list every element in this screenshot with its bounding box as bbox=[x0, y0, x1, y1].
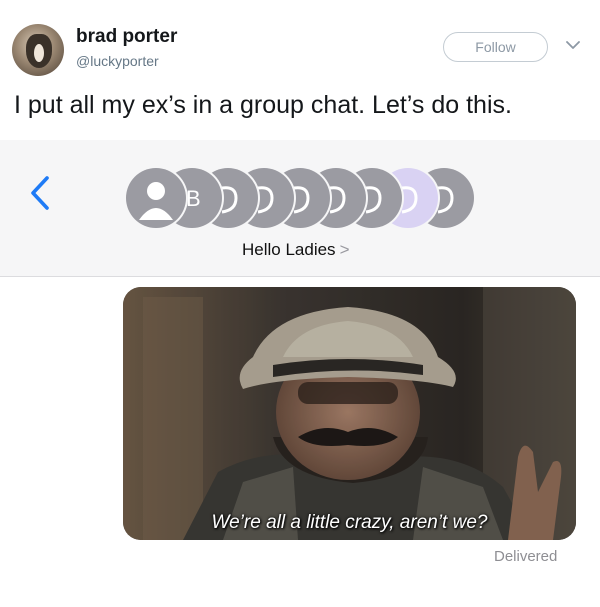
group-name: Hello Ladies bbox=[242, 240, 336, 259]
image-message[interactable]: We’re all a little crazy, aren’t we? bbox=[123, 287, 576, 540]
chevron-right-icon: > bbox=[339, 240, 350, 259]
group-member-avatar bbox=[124, 166, 188, 230]
meme-image bbox=[123, 287, 576, 540]
delivered-status: Delivered bbox=[494, 548, 558, 565]
avatar-initial: B bbox=[186, 186, 201, 211]
tweet-text: I put all my ex’s in a group chat. Let’s… bbox=[14, 91, 512, 119]
group-avatar-stack[interactable]: B bbox=[122, 166, 482, 230]
group-title[interactable]: Hello Ladies > bbox=[242, 240, 350, 260]
chevron-down-icon[interactable] bbox=[566, 40, 580, 50]
avatar-dog-image bbox=[26, 34, 52, 68]
user-handle[interactable]: @luckyporter bbox=[76, 53, 159, 69]
user-display-name[interactable]: brad porter bbox=[76, 26, 177, 48]
meme-subtitle: We’re all a little crazy, aren’t we? bbox=[211, 512, 488, 533]
chevron-left-icon[interactable] bbox=[30, 176, 50, 210]
follow-button[interactable]: Follow bbox=[443, 32, 548, 62]
user-avatar[interactable] bbox=[12, 24, 64, 76]
tweet-card: brad porter @luckyporter Follow I put al… bbox=[0, 0, 600, 607]
